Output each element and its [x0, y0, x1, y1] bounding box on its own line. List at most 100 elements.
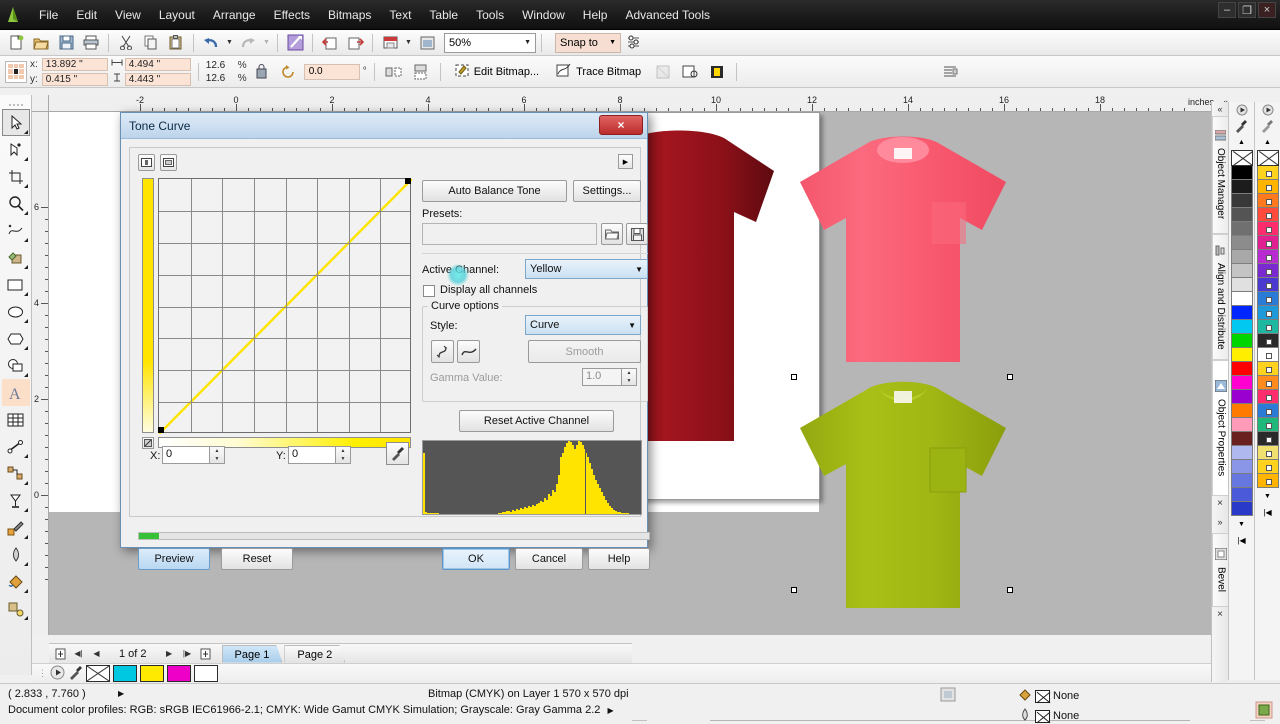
- color-profiles-expand-icon[interactable]: ▶: [607, 706, 613, 715]
- outline-none-swatch[interactable]: [1035, 709, 1050, 723]
- undo-dropdown-icon[interactable]: ▼: [224, 32, 235, 54]
- menu-layout[interactable]: Layout: [150, 4, 204, 26]
- palette-eyedropper-icon[interactable]: [1229, 118, 1254, 134]
- previous-page-icon[interactable]: ◀: [89, 646, 104, 661]
- print-icon[interactable]: [79, 32, 103, 54]
- palette-swatch[interactable]: [1256, 166, 1279, 180]
- menu-help[interactable]: Help: [574, 4, 617, 26]
- palette-swatch[interactable]: [1256, 236, 1279, 250]
- palette-swatch[interactable]: [1230, 390, 1253, 404]
- flyout-arrow-icon[interactable]: [23, 265, 28, 269]
- palette-swatch[interactable]: [1256, 404, 1279, 418]
- toolbox[interactable]: A: [0, 95, 32, 675]
- palette-swatch[interactable]: [1230, 474, 1253, 488]
- palette-swatch[interactable]: [1230, 208, 1253, 222]
- dialog-expand-icon[interactable]: ▶: [618, 154, 633, 169]
- eyedropper-tool[interactable]: [2, 514, 30, 541]
- palette-swatch[interactable]: [1230, 348, 1253, 362]
- docker-tab-strip[interactable]: « Object Manager Align and Distribute Ob…: [1211, 102, 1229, 682]
- palette2-eyedropper-icon[interactable]: [1255, 118, 1280, 134]
- palette-swatch[interactable]: [1256, 250, 1279, 264]
- menu-arrange[interactable]: Arrange: [204, 4, 265, 26]
- docker-tab-align-distribute[interactable]: Align and Distribute: [1212, 234, 1228, 360]
- chevron-down-icon[interactable]: ▼: [635, 265, 643, 274]
- menu-bar[interactable]: File Edit View Layout Arrange Effects Bi…: [30, 4, 719, 26]
- palette-swatch[interactable]: [1256, 264, 1279, 278]
- menu-table[interactable]: Table: [420, 4, 467, 26]
- zoom-level-combo[interactable]: 50% ▼: [444, 32, 536, 53]
- color-swatch-white[interactable]: [194, 665, 218, 682]
- close-icon[interactable]: ×: [1258, 2, 1276, 18]
- application-launcher-icon[interactable]: [283, 32, 307, 54]
- palette-no-color[interactable]: [1230, 150, 1253, 166]
- chevron-down-icon[interactable]: ▼: [609, 39, 616, 46]
- options-icon[interactable]: [415, 32, 439, 54]
- height-field[interactable]: 4.443 ": [124, 72, 191, 86]
- bitmap-color-mask-icon[interactable]: [678, 60, 702, 84]
- position-fields[interactable]: x: 13.892 " y: 0.415 ": [30, 57, 108, 86]
- ok-button[interactable]: OK: [442, 548, 510, 570]
- publish-dropdown-icon[interactable]: ▼: [403, 32, 414, 54]
- toolbox-grip[interactable]: [0, 101, 31, 109]
- maximize-icon[interactable]: ❐: [1238, 2, 1256, 18]
- palette-swatch[interactable]: [1230, 320, 1253, 334]
- y-field[interactable]: 0.415 ": [41, 72, 108, 86]
- ruler-corner[interactable]: [32, 95, 49, 112]
- display-all-channels-checkbox[interactable]: [423, 285, 435, 297]
- scale-fields[interactable]: 12.6 % 12.6 %: [206, 60, 247, 84]
- palette-swatch[interactable]: [1230, 306, 1253, 320]
- palette-swatch[interactable]: [1230, 236, 1253, 250]
- palette-up-arrow-icon[interactable]: ▲: [1229, 134, 1254, 150]
- dimension-tool[interactable]: [2, 433, 30, 460]
- color-bar[interactable]: ⋮: [32, 663, 1280, 683]
- docker-tab-object-properties[interactable]: Object Properties: [1212, 360, 1229, 496]
- palette-swatch[interactable]: [1256, 292, 1279, 306]
- preview-button[interactable]: Preview: [138, 548, 210, 570]
- spin-down-icon[interactable]: ▼: [210, 455, 224, 463]
- property-bar[interactable]: x: 13.892 " y: 0.415 " 4.494 " 4.443 " 1…: [0, 56, 1280, 88]
- palette-swatch[interactable]: [1256, 320, 1279, 334]
- open-preset-button[interactable]: [601, 223, 623, 245]
- fill-none-swatch[interactable]: [1035, 689, 1050, 703]
- menu-effects[interactable]: Effects: [265, 4, 319, 26]
- ellipse-tool[interactable]: [2, 298, 30, 325]
- flyout-arrow-icon[interactable]: [23, 535, 28, 539]
- publish-pdf-icon[interactable]: [378, 32, 402, 54]
- palette-swatch[interactable]: [1256, 334, 1279, 348]
- menu-text[interactable]: Text: [380, 4, 420, 26]
- dual-preview-icon[interactable]: [160, 154, 177, 171]
- palette-swatch[interactable]: [1256, 460, 1279, 474]
- active-channel-combo[interactable]: Yellow ▼: [525, 259, 648, 279]
- redo-dropdown-icon[interactable]: ▼: [261, 32, 272, 54]
- palette-swatch[interactable]: [1230, 222, 1253, 236]
- outline-tool[interactable]: [2, 541, 30, 568]
- dialog-close-button[interactable]: ×: [599, 115, 643, 135]
- freehand-curve-button[interactable]: [431, 340, 454, 363]
- scale-v-field[interactable]: 12.6: [206, 73, 236, 84]
- flyout-arrow-icon[interactable]: [23, 616, 28, 620]
- flyout-arrow-icon[interactable]: [23, 319, 28, 323]
- palette-swatch[interactable]: [1230, 180, 1253, 194]
- menu-window[interactable]: Window: [513, 4, 574, 26]
- palette-swatch[interactable]: [1230, 278, 1253, 292]
- status-expand-icon[interactable]: ▶: [118, 689, 124, 698]
- smart-fill-tool[interactable]: [2, 244, 30, 271]
- menu-bitmaps[interactable]: Bitmaps: [319, 4, 380, 26]
- palette-swatch[interactable]: [1230, 264, 1253, 278]
- x-field[interactable]: 13.892 ": [41, 57, 108, 71]
- palette-swatch[interactable]: [1256, 208, 1279, 222]
- flyout-arrow-icon[interactable]: [23, 562, 28, 566]
- add-page-before-icon[interactable]: [53, 646, 68, 661]
- zoom-tool[interactable]: [2, 190, 30, 217]
- palette2-expand-icon[interactable]: |◀: [1255, 504, 1280, 520]
- save-icon[interactable]: [54, 32, 78, 54]
- shape-tool[interactable]: [2, 136, 30, 163]
- color-bar-eyedropper-icon[interactable]: [68, 665, 83, 683]
- open-icon[interactable]: [29, 32, 53, 54]
- palette-swatch[interactable]: [1256, 390, 1279, 404]
- page-tab-1[interactable]: Page 1: [221, 644, 283, 663]
- palette-swatch[interactable]: [1256, 348, 1279, 362]
- first-page-icon[interactable]: ◀|: [71, 646, 86, 661]
- reset-active-channel-button[interactable]: Reset Active Channel: [459, 410, 614, 432]
- crop-tool[interactable]: [2, 163, 30, 190]
